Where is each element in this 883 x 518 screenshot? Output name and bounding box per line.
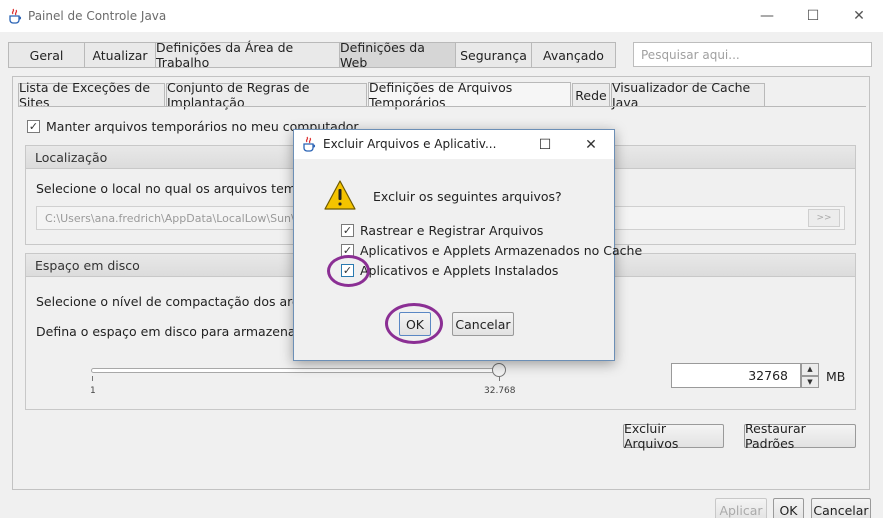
- installed-apps-label: Aplicativos e Applets Instalados: [360, 263, 559, 278]
- keep-temp-checkbox[interactable]: ✓: [27, 120, 40, 133]
- tab-geral[interactable]: Geral: [8, 42, 84, 68]
- tab-definicoes-web[interactable]: Definições da Web: [339, 40, 455, 70]
- track-log-files-label: Rastrear e Registrar Arquivos: [360, 223, 544, 238]
- dialog-cancel-button[interactable]: Cancelar: [452, 312, 514, 336]
- ok-button[interactable]: OK: [773, 498, 804, 518]
- dialog-question: Excluir os seguintes arquivos?: [373, 189, 562, 204]
- subtab-arquivos-temporarios[interactable]: Definições de Arquivos Temporários: [368, 80, 571, 110]
- close-button[interactable]: ✕: [836, 0, 882, 32]
- tab-atualizar[interactable]: Atualizar: [84, 42, 155, 68]
- delete-files-button[interactable]: Excluir Arquivos: [623, 421, 724, 451]
- spinner-up-button[interactable]: ▲: [801, 363, 819, 376]
- search-input[interactable]: [633, 42, 872, 67]
- cancel-button[interactable]: Cancelar: [811, 498, 871, 518]
- slider-min-label: 1: [90, 386, 96, 396]
- dialog-close-button[interactable]: ✕: [571, 130, 611, 159]
- subtab-excecoes-sites[interactable]: Lista de Exceções de Sites: [18, 80, 165, 110]
- disk-space-slider[interactable]: [91, 368, 501, 373]
- warning-icon: [323, 179, 357, 211]
- tab-definicoes-area-trabalho[interactable]: Definições da Área de Trabalho: [155, 40, 339, 70]
- annotation-circle: [327, 255, 370, 287]
- dialog-maximize-button[interactable]: ☐: [525, 130, 565, 159]
- slider-max-label: 32.768: [484, 386, 516, 396]
- minimize-button[interactable]: —: [744, 0, 790, 32]
- subtab-regras-implantacao[interactable]: Conjunto de Regras de Implantação: [166, 80, 367, 110]
- tab-seguranca[interactable]: Segurança: [455, 42, 531, 68]
- spinner-down-button[interactable]: ▼: [801, 375, 819, 388]
- track-log-files-checkbox[interactable]: ✓: [341, 224, 354, 237]
- window-title: Painel de Controle Java: [28, 9, 167, 23]
- maximize-button[interactable]: ☐: [790, 0, 836, 32]
- subtab-cache-java[interactable]: Visualizador de Cache Java: [611, 80, 765, 110]
- browse-location-button[interactable]: >>: [808, 209, 840, 227]
- java-icon: [302, 136, 316, 152]
- slider-tick: [92, 376, 93, 381]
- slider-thumb[interactable]: [492, 363, 506, 377]
- annotation-circle: [385, 303, 443, 344]
- apply-button[interactable]: Aplicar: [715, 498, 767, 518]
- disk-space-input[interactable]: 32768: [671, 363, 801, 388]
- dialog-title: Excluir Arquivos e Aplicativ...: [323, 137, 497, 151]
- cached-apps-label: Aplicativos e Applets Armazenados no Cac…: [360, 243, 643, 258]
- tab-avancado[interactable]: Avançado: [531, 42, 616, 68]
- java-icon: [8, 8, 22, 24]
- restore-defaults-button[interactable]: Restaurar Padrões: [744, 421, 856, 451]
- unit-label: MB: [826, 369, 846, 384]
- subtab-rede[interactable]: Rede: [572, 83, 610, 106]
